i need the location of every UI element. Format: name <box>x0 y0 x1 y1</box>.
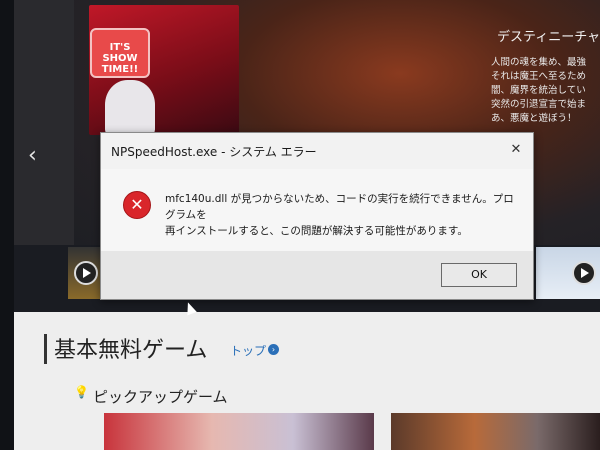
error-icon: ✕ <box>123 191 151 219</box>
chevron-right-icon[interactable]: › <box>268 344 279 355</box>
pickup-games-heading: ピックアップゲーム <box>93 388 228 406</box>
section-title: 基本無料ゲーム <box>54 338 208 363</box>
carousel-prev-icon[interactable]: ‹ <box>28 145 37 167</box>
system-error-dialog: NPSpeedHost.exe - システム エラー ✕ ✕ mfc140u.d… <box>100 132 534 300</box>
dialog-title: NPSpeedHost.exe - システム エラー <box>111 145 317 159</box>
hero-description-line: それは魔王へ至るため <box>491 71 587 82</box>
section-accent-bar <box>44 334 47 364</box>
hero-title[interactable]: デスティニーチャ <box>497 26 600 45</box>
hero-description-line: 闇、魔界を統治してい <box>491 85 586 96</box>
hero-description-line: あ、悪魔と遊ぼう！ <box>491 113 577 124</box>
hero-description-line: 突然の引退宣言で始ま <box>491 99 587 110</box>
poster-logo: IT'S SHOW TIME!! <box>90 28 150 78</box>
section-top-link[interactable]: トップ <box>230 342 266 359</box>
screen-left-edge <box>0 0 14 450</box>
dialog-message: mfc140u.dll が見つからないため、コードの実行を続行できません。プログ… <box>165 191 521 239</box>
hero-description-line: 人間の魂を集め、最強 <box>491 57 587 68</box>
close-icon[interactable]: ✕ <box>505 141 527 159</box>
play-icon <box>74 261 98 285</box>
poster-logo-text: IT'S SHOW TIME!! <box>101 42 139 75</box>
ok-button[interactable]: OK <box>441 263 517 287</box>
lightbulb-icon: 💡 <box>74 385 89 399</box>
dialog-footer: OK <box>101 251 533 299</box>
hero-description: 人間の魂を集め、最強 それは魔王へ至るため 闇、魔界を統治してい 突然の引退宣言… <box>491 56 600 126</box>
dialog-body: ✕ mfc140u.dll が見つからないため、コードの実行を続行できません。プ… <box>101 169 533 251</box>
dialog-message-line: mfc140u.dll が見つからないため、コードの実行を続行できません。プログ… <box>165 193 514 221</box>
game-card[interactable] <box>391 413 600 450</box>
thumbnail-right[interactable] <box>536 247 600 299</box>
play-icon <box>572 261 596 285</box>
game-card[interactable] <box>104 413 374 450</box>
poster-character <box>105 80 155 135</box>
dialog-message-line: 再インストールすると、この問題が解決する可能性があります。 <box>165 225 468 237</box>
